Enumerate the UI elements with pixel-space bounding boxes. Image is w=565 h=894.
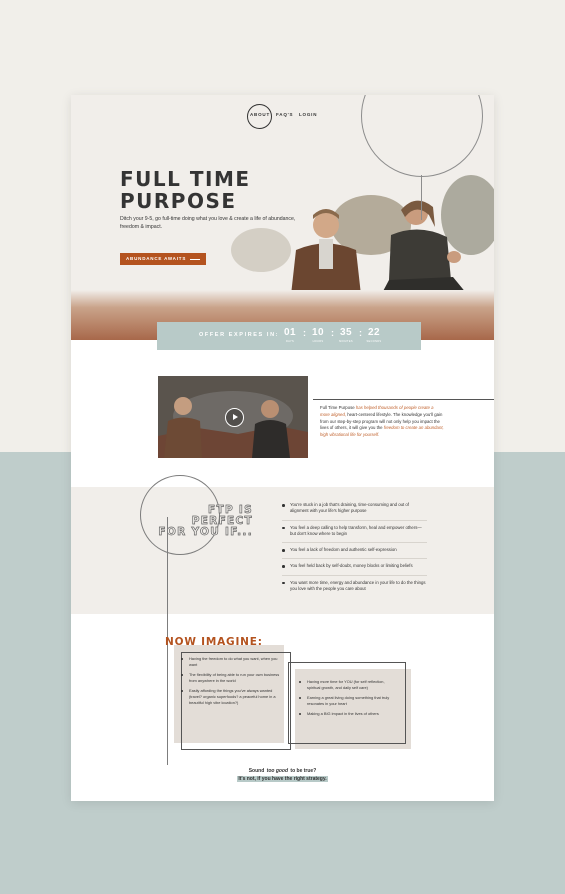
closing-line1-a: Sound: [248, 768, 266, 774]
list-item-text: You feel a lack of freedom and authentic…: [290, 547, 397, 553]
list-item-text: Earning a great living doing something t…: [307, 695, 390, 706]
countdown-minutes-value: 35: [339, 327, 353, 338]
closing-line2-text: It's not, if you have the right strategy…: [237, 776, 328, 782]
list-item-text: Having more time for YOU (for self refle…: [307, 679, 385, 690]
ftp-list: You're stuck in a job that's draining, t…: [282, 502, 427, 601]
hero-title: FULL TIME PURPOSE: [120, 168, 320, 212]
now-imagine-title: NOW IMAGINE:: [165, 636, 263, 648]
list-item: You feel held back by self-doubt, money …: [282, 563, 427, 576]
countdown-seconds-caption: SECONDS: [366, 340, 382, 343]
countdown-bar: OFFER EXPIRES IN: 01 DAYS : 10 HOURS : 3…: [157, 322, 421, 350]
list-item-text: Making a BIG impact in the lives of othe…: [307, 711, 379, 717]
intro-video[interactable]: [158, 376, 308, 458]
imagine-list-left: Having the freedom to do what you want, …: [181, 656, 281, 710]
closing-line2: It's not, if you have the right strategy…: [71, 775, 494, 783]
countdown-hours-caption: HOURS: [312, 340, 324, 343]
nav-about[interactable]: ABOUT: [250, 112, 270, 117]
list-item-text: You want more time, energy and abundance…: [290, 579, 426, 592]
countdown-days: 01 DAYS: [275, 326, 305, 344]
closing-line1-emphasis: too good: [266, 768, 289, 774]
bullet-icon: [282, 504, 285, 507]
video-divider-line: [313, 399, 494, 400]
bullet-icon: [299, 696, 301, 699]
list-item: You want more time, energy and abundance…: [282, 580, 427, 598]
landing-page: ABOUT FAQ'S LOGIN FULL TIME PURPOSE Ditc…: [71, 95, 494, 801]
hero-title-line1: FULL TIME: [120, 167, 251, 191]
countdown-days-value: 01: [283, 327, 297, 338]
list-item: Easily affording the things you've alway…: [181, 688, 281, 705]
abundance-awaits-button[interactable]: ABUNDANCE AWAITS: [120, 253, 206, 265]
play-icon: [233, 414, 238, 420]
hero-section: ABOUT FAQ'S LOGIN FULL TIME PURPOSE Ditc…: [71, 95, 494, 340]
bullet-icon: [299, 680, 301, 683]
list-item: The flexibility of being able to run you…: [181, 672, 281, 683]
list-item-text: You feel held back by self-doubt, money …: [290, 563, 413, 569]
ftp-title-line1: FTP IS PERFECT: [191, 504, 253, 527]
countdown-seconds-value: 22: [367, 327, 381, 338]
hero-button-label: ABUNDANCE AWAITS: [126, 256, 187, 261]
list-item: You feel a deep calling to help transfor…: [282, 525, 427, 544]
closing-line1-b: to be true?: [289, 768, 317, 774]
countdown-label: OFFER EXPIRES IN:: [199, 332, 280, 338]
ftp-section: FTP IS PERFECT FOR YOU IF... You're stuc…: [71, 475, 494, 614]
play-button[interactable]: [225, 408, 244, 427]
list-item: You're stuck in a job that's draining, t…: [282, 502, 427, 521]
countdown-seconds: 22 SECONDS: [359, 326, 389, 344]
bullet-icon: [181, 673, 183, 676]
list-item-text: The flexibility of being able to run you…: [189, 672, 280, 683]
list-item-text: Having the freedom to do what you want, …: [189, 656, 278, 667]
countdown-days-caption: DAYS: [285, 340, 295, 343]
top-nav: ABOUT FAQ'S LOGIN: [71, 95, 494, 135]
video-description: Full Time Purpose has helped thousands o…: [320, 405, 444, 439]
list-item: Having the freedom to do what you want, …: [181, 656, 281, 667]
bullet-icon: [282, 526, 285, 530]
list-item: Making a BIG impact in the lives of othe…: [299, 711, 399, 717]
bullet-icon: [181, 689, 183, 692]
list-item: Earning a great living doing something t…: [299, 695, 399, 706]
ftp-title-line2: FOR YOU IF...: [158, 526, 253, 538]
nav-login[interactable]: LOGIN: [299, 112, 317, 117]
hero-title-line2: PURPOSE: [120, 189, 237, 213]
list-item-text: You feel a deep calling to help transfor…: [290, 524, 422, 536]
bullet-icon: [282, 565, 285, 568]
hero-subtitle: Ditch your 9-5, go full-time doing what …: [120, 216, 296, 230]
ftp-title: FTP IS PERFECT FOR YOU IF...: [153, 504, 253, 538]
decorative-line: [421, 175, 422, 220]
countdown-hours: 10 HOURS: [303, 326, 333, 344]
list-item: You feel a lack of freedom and authentic…: [282, 547, 427, 560]
video-text-part1: Full Time Purpose: [320, 405, 356, 410]
countdown-minutes-caption: MINUTES: [339, 340, 353, 343]
closing-question: Sound too good to be true? It's not, if …: [71, 767, 494, 783]
closing-line1: Sound too good to be true?: [71, 767, 494, 775]
bullet-icon: [181, 657, 183, 660]
arrow-right-icon: [190, 259, 200, 260]
nav-faqs[interactable]: FAQ'S: [276, 112, 293, 117]
countdown-hours-value: 10: [311, 327, 325, 338]
list-item-text: Easily affording the things you've alway…: [189, 688, 276, 705]
bullet-icon: [299, 712, 301, 715]
bullet-icon: [282, 581, 285, 585]
imagine-list-right: Having more time for YOU (for self refle…: [299, 679, 399, 722]
list-item-text: You're stuck in a job that's draining, t…: [290, 502, 409, 514]
countdown-minutes: 35 MINUTES: [331, 326, 361, 344]
bullet-icon: [282, 549, 285, 552]
list-item: Having more time for YOU (for self refle…: [299, 679, 399, 690]
